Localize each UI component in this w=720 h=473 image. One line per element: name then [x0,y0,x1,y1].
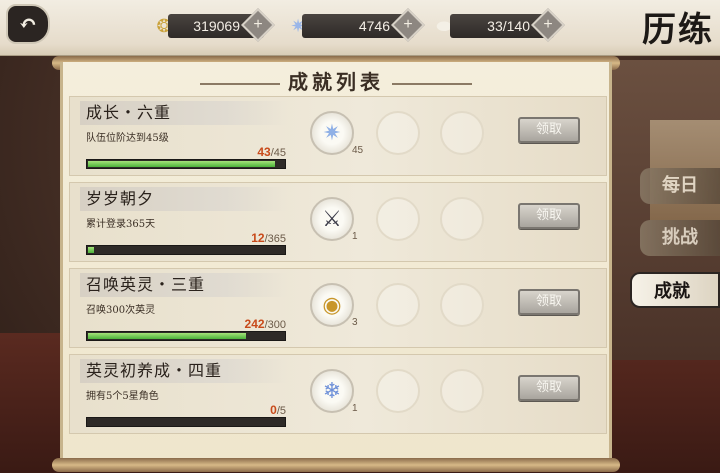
empty-reward-slot [440,369,484,413]
reward-slot[interactable]: ⚔ [310,197,354,241]
weapon-icon: ⚔ [322,206,342,232]
reward-qty: 1 [352,403,358,414]
achievement-name: 英灵初养成・四重 [80,359,288,383]
empty-reward-slot [440,111,484,155]
tab-daily[interactable]: 每日 [640,168,720,204]
claim-button[interactable]: 领取 [518,117,580,143]
title-divider [392,82,472,85]
tab-achievement[interactable]: 成就 [630,272,720,308]
empty-reward-slot [376,283,420,327]
back-arrow-icon: ↶ [18,11,38,37]
add-coin-button[interactable]: + [241,8,275,42]
progress-fill [88,333,246,339]
achievement-row: 英灵初养成・四重 拥有5个5星角色 0/5 ❄ 1 领取 [69,354,607,434]
ice-crystal-icon: ❄ [322,378,342,404]
add-crystal-button[interactable]: + [391,8,425,42]
top-bar: ↶ ❂ 319069 + ✷ 4746 + ⬬ 33/140 + 历练 [0,0,720,56]
empty-reward-slot [376,369,420,413]
achievement-desc: 召唤300次英灵 [86,305,156,316]
achievement-name: 召唤英灵・三重 [80,273,288,297]
empty-reward-slot [440,197,484,241]
coin-value: 319069 [193,18,240,34]
progress-fill [88,161,275,167]
progress-bar [86,417,286,427]
reward-qty: 1 [352,231,358,242]
title-divider [200,82,280,85]
reward-qty: 45 [352,145,364,156]
reward-qty: 3 [352,317,358,328]
progress-count: 12/365 [251,231,286,245]
reward-slot[interactable]: ◉ [310,283,354,327]
claim-button[interactable]: 领取 [518,289,580,315]
achievement-desc: 拥有5个5星角色 [86,391,159,402]
progress-count: 43/45 [257,145,286,159]
claim-button[interactable]: 领取 [518,375,580,401]
page-title: 历练 [642,10,714,50]
stamina-value: 33/140 [487,18,530,34]
progress-count: 242/300 [244,317,286,331]
claim-button[interactable]: 领取 [518,203,580,229]
crystal-star-icon: ✷ [322,120,342,146]
achievement-name: 岁岁朝夕 [80,187,288,211]
achievement-desc: 累计登录365天 [86,219,156,230]
achievement-panel: 成就列表 成长・六重 队伍位阶达到45级 43/45 ✷ 45 领取 岁岁朝夕 … [60,62,612,466]
scroll-rod-bottom [52,458,620,472]
crystal-counter: 4746 + [302,8,425,42]
achievement-name: 成长・六重 [80,101,288,125]
add-stamina-button[interactable]: + [531,8,565,42]
tab-challenge[interactable]: 挑战 [640,220,720,256]
achievement-desc: 队伍位阶达到45级 [86,133,169,144]
progress-count: 0/5 [270,403,286,417]
empty-reward-slot [376,197,420,241]
achievement-row: 岁岁朝夕 累计登录365天 12/365 ⚔ 1 领取 [69,182,607,262]
progress-bar [86,159,286,169]
progress-bar [86,331,286,341]
progress-bar [86,245,286,255]
panel-title: 成就列表 [63,66,609,95]
crystal-value: 4746 [358,18,390,34]
achievement-row: 召唤英灵・三重 召唤300次英灵 242/300 ◉ 3 领取 [69,268,607,348]
back-button[interactable]: ↶ [6,4,50,44]
empty-reward-slot [440,283,484,327]
coin-counter: 319069 + [168,8,275,42]
achievement-row: 成长・六重 队伍位阶达到45级 43/45 ✷ 45 领取 [69,96,607,176]
reward-slot[interactable]: ✷ [310,111,354,155]
reward-slot[interactable]: ❄ [310,369,354,413]
gold-orb-icon: ◉ [322,292,342,318]
empty-reward-slot [376,111,420,155]
progress-fill [88,247,94,253]
stamina-counter: 33/140 + [450,8,565,42]
panel-title-text: 成就列表 [288,70,384,94]
